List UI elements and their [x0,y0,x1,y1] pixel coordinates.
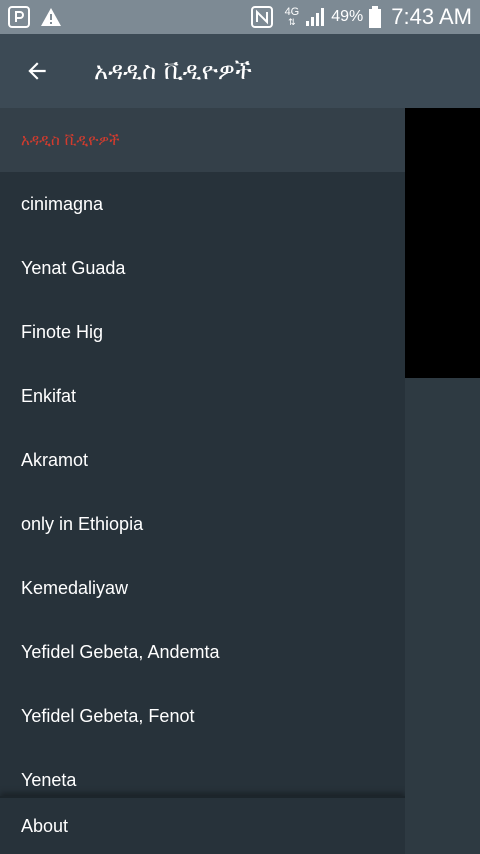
drawer-list: cinimagna Yenat Guada Finote Hig Enkifat… [0,172,405,812]
drawer-item-yefidel-gebeta-fenot[interactable]: Yefidel Gebeta, Fenot [0,684,405,748]
nfc-icon [250,6,273,28]
app-notification-icon [8,6,30,28]
drawer-item-akramot[interactable]: Akramot [0,428,405,492]
page-title: አዳዲስ ቪዲዮዎች [94,57,252,85]
signal-icon [305,7,325,27]
drawer-item-enkifat[interactable]: Enkifat [0,364,405,428]
drawer-item-finote-hig[interactable]: Finote Hig [0,300,405,364]
navigation-drawer: አዳዲስ ቪዲዮዎች cinimagna Yenat Guada Finote … [0,108,405,854]
about-item[interactable]: About [0,796,405,854]
battery-percent: 49% [331,8,364,25]
back-button[interactable] [0,34,74,108]
video-player-area[interactable] [405,108,480,378]
drawer-item-yefidel-gebeta-andemta[interactable]: Yefidel Gebeta, Andemta [0,620,405,684]
app-bar: አዳዲስ ቪዲዮዎች [0,34,480,108]
clock: 7:43 AM [391,4,472,29]
drawer-item-only-in-ethiopia[interactable]: only in Ethiopia [0,492,405,556]
drawer-header-item[interactable]: አዳዲስ ቪዲዮዎች [0,108,405,172]
status-bar: 4G ⇅ 49% 7:43 AM [0,0,480,34]
arrow-back-icon [24,58,50,84]
battery-icon [369,6,382,28]
data-arrows-icon: 4G ⇅ [284,6,300,27]
drawer-header-label: አዳዲስ ቪዲዮዎች [21,131,120,149]
content-area [405,378,480,854]
drawer-item-cinimagna[interactable]: cinimagna [0,172,405,236]
warning-icon [40,7,62,27]
drawer-item-yenat-guada[interactable]: Yenat Guada [0,236,405,300]
drawer-item-kemedaliyaw[interactable]: Kemedaliyaw [0,556,405,620]
